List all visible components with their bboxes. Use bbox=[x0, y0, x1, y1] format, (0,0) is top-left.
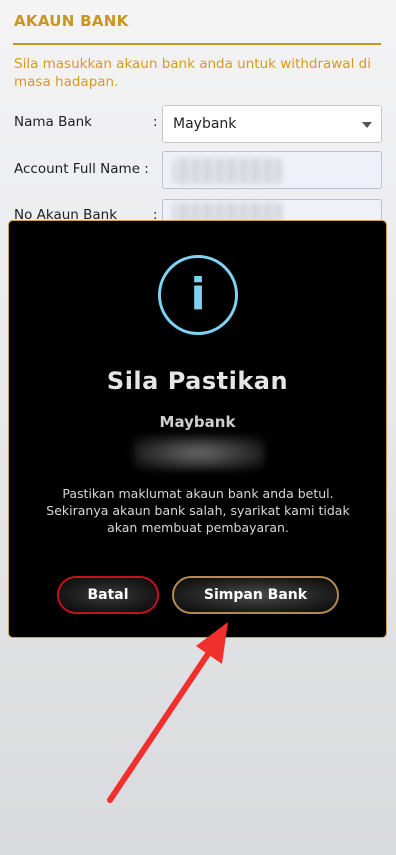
bank-account-page: AKAUN BANK Sila masukkan akaun bank anda… bbox=[0, 0, 396, 855]
red-arrow-annotation bbox=[107, 622, 228, 803]
